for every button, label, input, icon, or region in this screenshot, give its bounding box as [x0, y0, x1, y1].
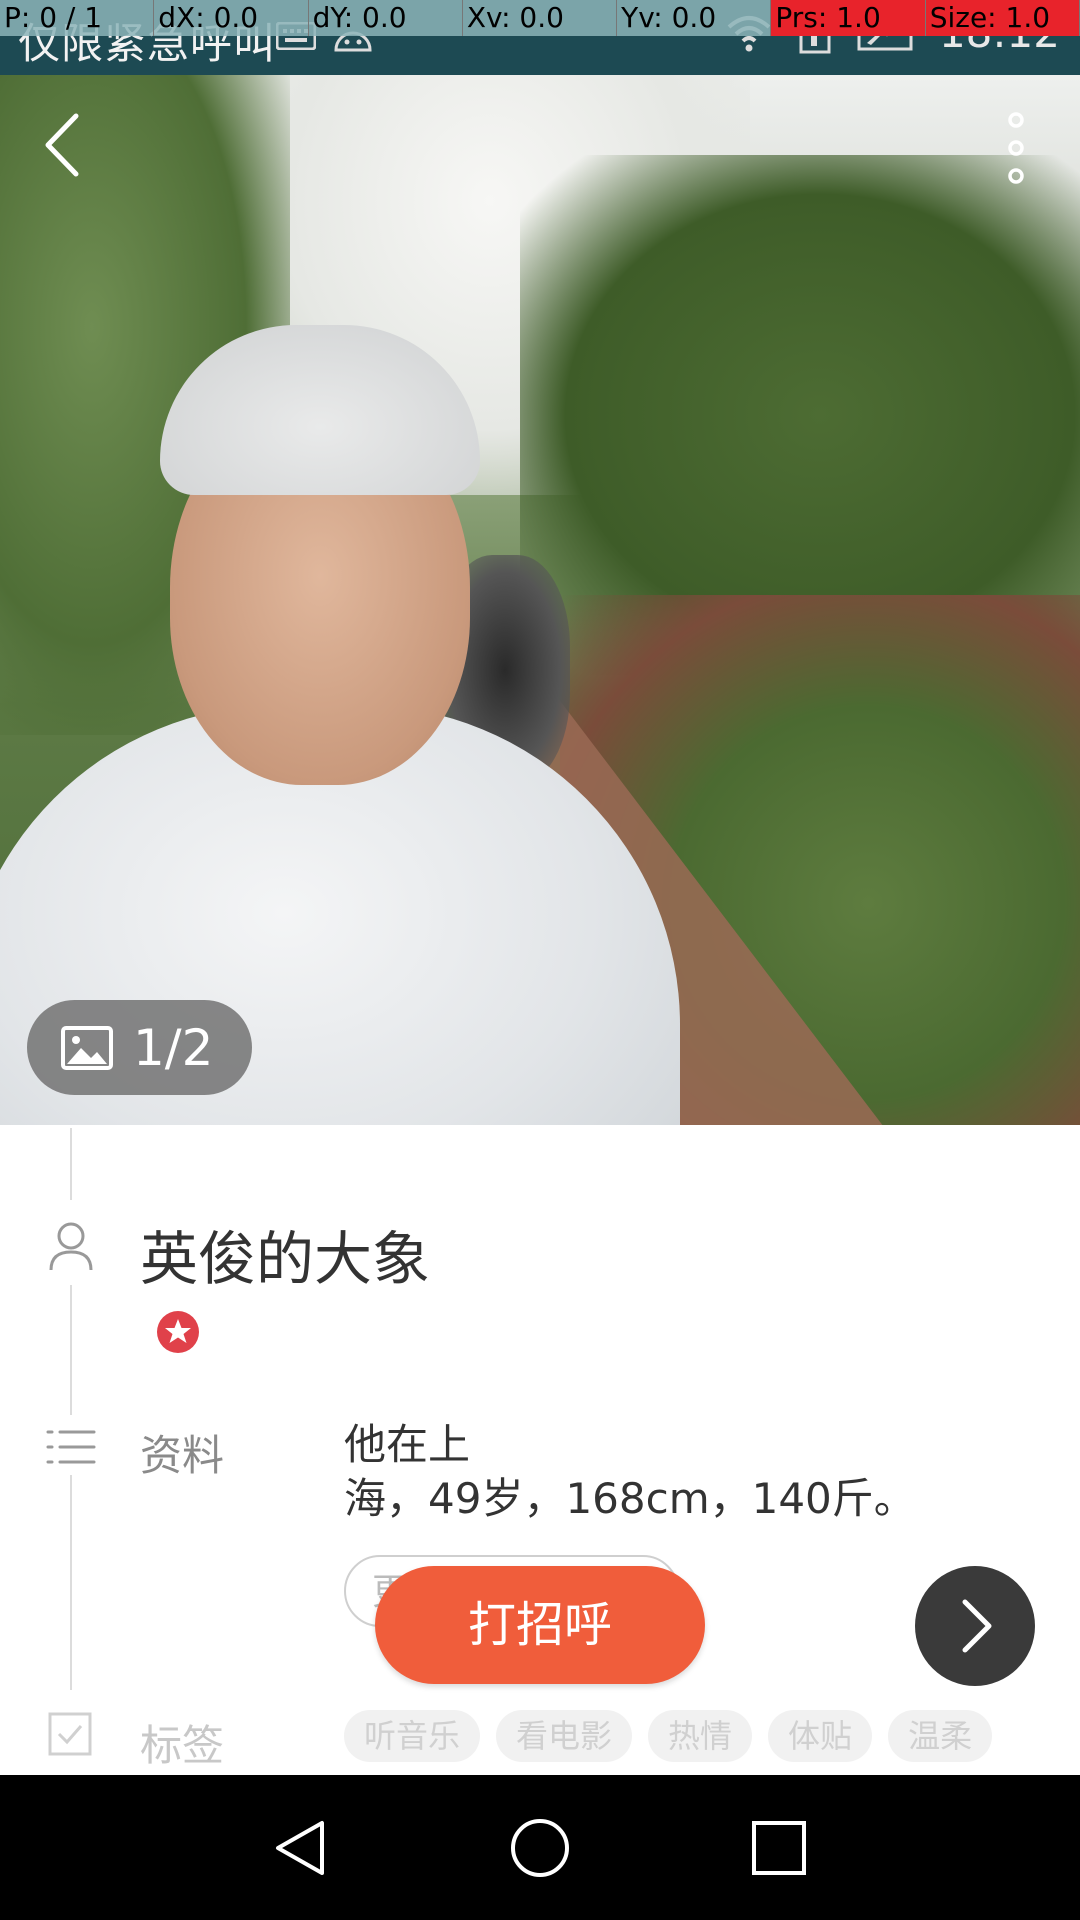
profile-name: 英俊的大象 — [140, 1225, 431, 1293]
tag-chip: 温柔 — [888, 1710, 993, 1762]
chevron-right-icon — [962, 1599, 992, 1653]
debug-pressure: Prs: 1.0 — [771, 0, 926, 36]
tag-chip: 听音乐 — [344, 1710, 481, 1762]
greet-button[interactable]: 打招呼 — [375, 1566, 705, 1684]
debug-size: Size: 1.0 — [925, 0, 1080, 36]
timeline-divider — [70, 1475, 72, 1690]
tag-list: 听音乐 看电影 热情 体贴 温柔 — [344, 1710, 993, 1762]
tag-chip: 热情 — [648, 1710, 753, 1762]
debug-yv: Yv: 0.0 — [617, 0, 772, 36]
info-label: 资料 — [140, 1431, 225, 1480]
debug-xv: Xv: 0.0 — [462, 0, 618, 36]
tag-chip: 体贴 — [768, 1710, 873, 1762]
vip-star-badge-icon — [157, 1311, 199, 1353]
image-icon — [61, 1025, 113, 1070]
nav-home-icon[interactable] — [509, 1817, 571, 1879]
photo-count: 1/2 — [133, 1018, 214, 1077]
system-nav-bar — [0, 1775, 1080, 1920]
debug-dx: dX: 0.0 — [154, 0, 309, 36]
back-arrow-icon[interactable] — [36, 110, 96, 180]
tags-label: 标签 — [140, 1721, 225, 1770]
nav-back-icon[interactable] — [270, 1817, 332, 1879]
pointer-debug-overlay: P: 0 / 1 dX: 0.0 dY: 0.0 Xv: 0.0 Yv: 0.0… — [0, 0, 1080, 36]
timeline-divider — [70, 1285, 72, 1415]
list-icon — [46, 1430, 96, 1464]
debug-pointer: P: 0 / 1 — [0, 0, 155, 36]
more-vertical-icon[interactable] — [996, 108, 1036, 188]
timeline-divider — [70, 1128, 72, 1200]
checkbox-icon — [48, 1712, 92, 1756]
photo-counter[interactable]: 1/2 — [27, 1000, 252, 1095]
next-profile-button[interactable] — [915, 1566, 1035, 1686]
info-text: 他在上 海，49岁，168cm，140斤。 — [344, 1420, 916, 1523]
debug-dy: dY: 0.0 — [308, 0, 463, 36]
person-icon — [49, 1222, 93, 1271]
profile-photo[interactable] — [0, 75, 1080, 1125]
tag-chip: 看电影 — [496, 1710, 633, 1762]
nav-recents-icon[interactable] — [748, 1817, 810, 1879]
